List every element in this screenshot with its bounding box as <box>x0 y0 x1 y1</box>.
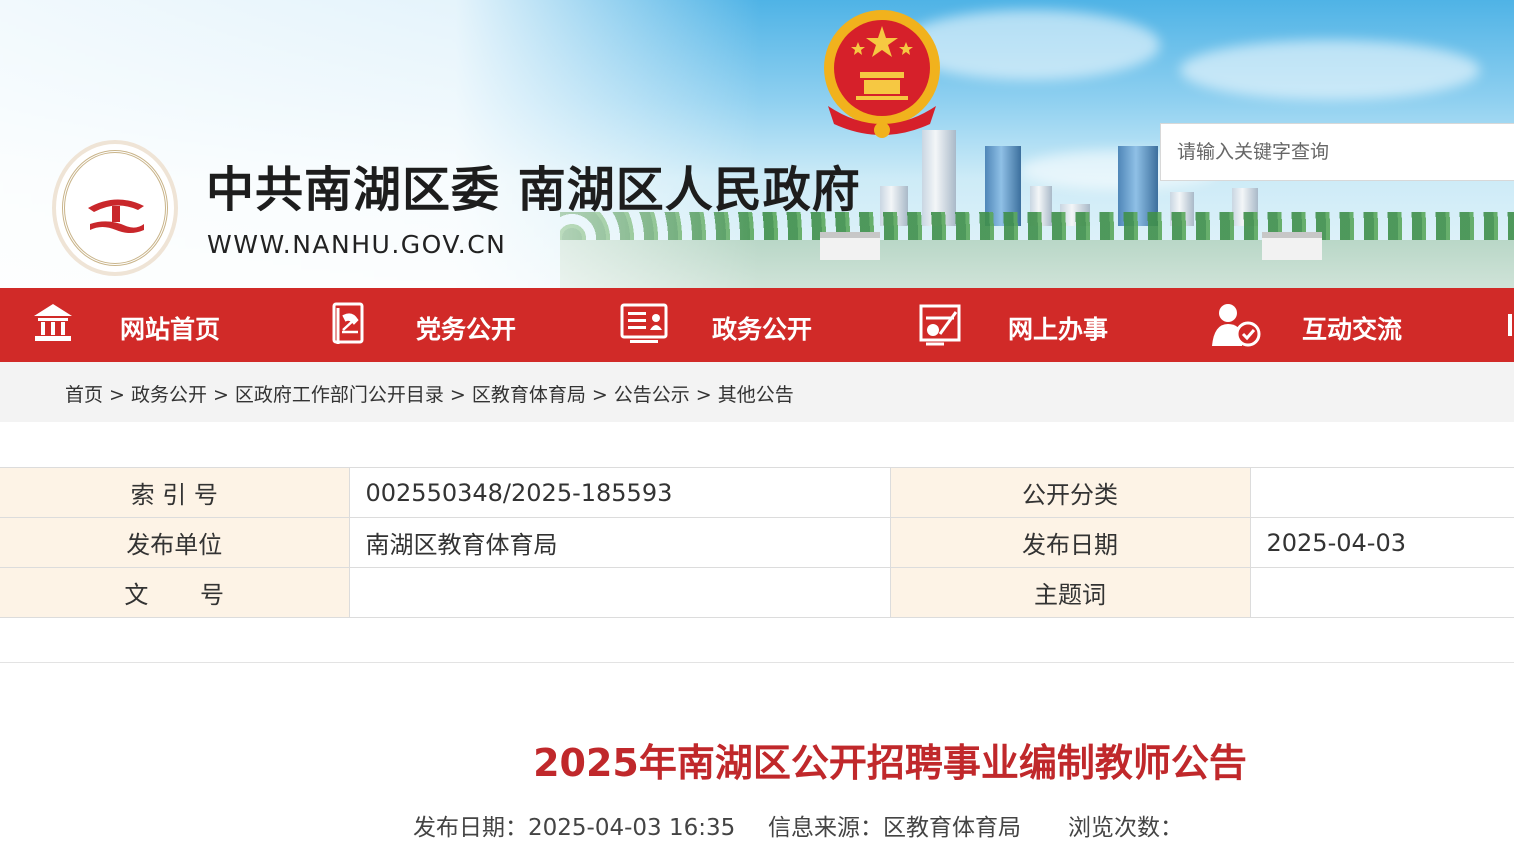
boat-logo-icon <box>88 199 144 233</box>
breadcrumb: 首页 > 政务公开 > 区政府工作部门公开目录 > 区教育体育局 > 公告公示 > 其他公告 <box>0 362 1514 422</box>
document-number-label: 文 号 <box>0 567 350 618</box>
table-row: 文 号 主题词 <box>0 567 1514 618</box>
breadcrumb-other-announcements[interactable]: 其他公告 <box>718 384 794 406</box>
breadcrumb-separator: > <box>695 384 712 406</box>
breadcrumb-separator: > <box>109 384 125 406</box>
main-nav: 网站首页 党务公开 政务公开 网上办事 互动交流 <box>0 288 1514 362</box>
article-source: 信息来源：区教育体育局 <box>768 808 1021 842</box>
site-url: WWW.NANHU.GOV.CN <box>207 230 507 259</box>
document-info-table: 索 引 号 002550348/2025-185593 公开分类 发布单位 南湖… <box>0 467 1514 618</box>
article-view-count: 浏览次数： <box>1068 808 1183 842</box>
nav-label: 政务公开 <box>712 315 813 344</box>
search-input[interactable] <box>1160 123 1514 181</box>
breadcrumb-education-bureau[interactable]: 区教育体育局 <box>472 384 586 406</box>
pavilion-right <box>1262 232 1322 260</box>
breadcrumb-trail: 首页 > 政务公开 > 区政府工作部门公开目录 > 区教育体育局 > 公告公示 > 其他公告 <box>65 380 794 407</box>
nav-label: 互动交流 <box>1302 315 1403 344</box>
district-logo[interactable] <box>52 140 178 276</box>
nav-online-service[interactable]: 网上办事 <box>888 288 1184 362</box>
source-value: 区教育体育局 <box>883 815 1021 841</box>
nav-label: 网站首页 <box>120 315 221 344</box>
id-card-icon <box>620 303 668 343</box>
nav-label: 网上办事 <box>1008 315 1109 344</box>
nav-interaction[interactable]: 互动交流 <box>1184 288 1480 362</box>
source-label: 信息来源： <box>768 815 883 841</box>
site-title: 中共南湖区委 南湖区人民政府 <box>206 162 861 218</box>
publisher-label: 发布单位 <box>0 517 350 568</box>
index-number-label: 索 引 号 <box>0 467 350 518</box>
publish-date-meta-value: 2025-04-03 16:35 <box>528 815 736 841</box>
pavilion-left <box>820 232 880 260</box>
table-row: 发布单位 南湖区教育体育局 发布日期 2025-04-03 <box>0 517 1514 568</box>
header-banner: 中共南湖区委 南湖区人民政府 WWW.NANHU.GOV.CN <box>0 0 1514 288</box>
breadcrumb-home[interactable]: 首页 <box>65 384 103 406</box>
keywords-value <box>1249 567 1514 618</box>
nav-party-affairs[interactable]: 党务公开 <box>296 288 592 362</box>
more-nav-icon[interactable] <box>1502 310 1514 340</box>
article-title: 2025年南湖区公开招聘事业编制教师公告 <box>0 732 1514 787</box>
nav-home[interactable]: 网站首页 <box>0 288 296 362</box>
nav-label: 党务公开 <box>416 315 517 344</box>
publisher-value: 南湖区教育体育局 <box>348 517 891 568</box>
breadcrumb-government-affairs[interactable]: 政务公开 <box>131 384 207 406</box>
users-chat-icon <box>1212 304 1261 347</box>
category-value <box>1249 467 1514 518</box>
document-number-value <box>348 567 891 618</box>
divider <box>0 662 1514 663</box>
keywords-label: 主题词 <box>889 567 1251 618</box>
home-icon <box>34 304 72 341</box>
breadcrumb-department-catalog[interactable]: 区政府工作部门公开目录 <box>235 384 444 406</box>
views-label: 浏览次数： <box>1068 815 1183 841</box>
breadcrumb-announcements[interactable]: 公告公示 <box>614 384 690 406</box>
breadcrumb-separator: > <box>212 384 229 406</box>
online-service-icon <box>919 304 961 346</box>
article-publish-date: 发布日期：2025-04-03 16:35 <box>413 808 735 842</box>
publish-date-label: 发布日期 <box>889 517 1251 568</box>
party-book-icon <box>332 302 364 344</box>
article-title-text: 2025年南湖区公开招聘事业编制教师公告 <box>533 741 1247 785</box>
national-emblem-icon <box>824 10 940 138</box>
category-label: 公开分类 <box>889 467 1251 518</box>
publish-date-meta-label: 发布日期： <box>413 815 528 841</box>
breadcrumb-separator: > <box>591 384 608 406</box>
nav-government-affairs[interactable]: 政务公开 <box>592 288 888 362</box>
publish-date-value: 2025-04-03 <box>1249 517 1514 568</box>
breadcrumb-separator: > <box>449 384 466 406</box>
table-row: 索 引 号 002550348/2025-185593 公开分类 <box>0 467 1514 518</box>
index-number-value: 002550348/2025-185593 <box>348 467 891 518</box>
